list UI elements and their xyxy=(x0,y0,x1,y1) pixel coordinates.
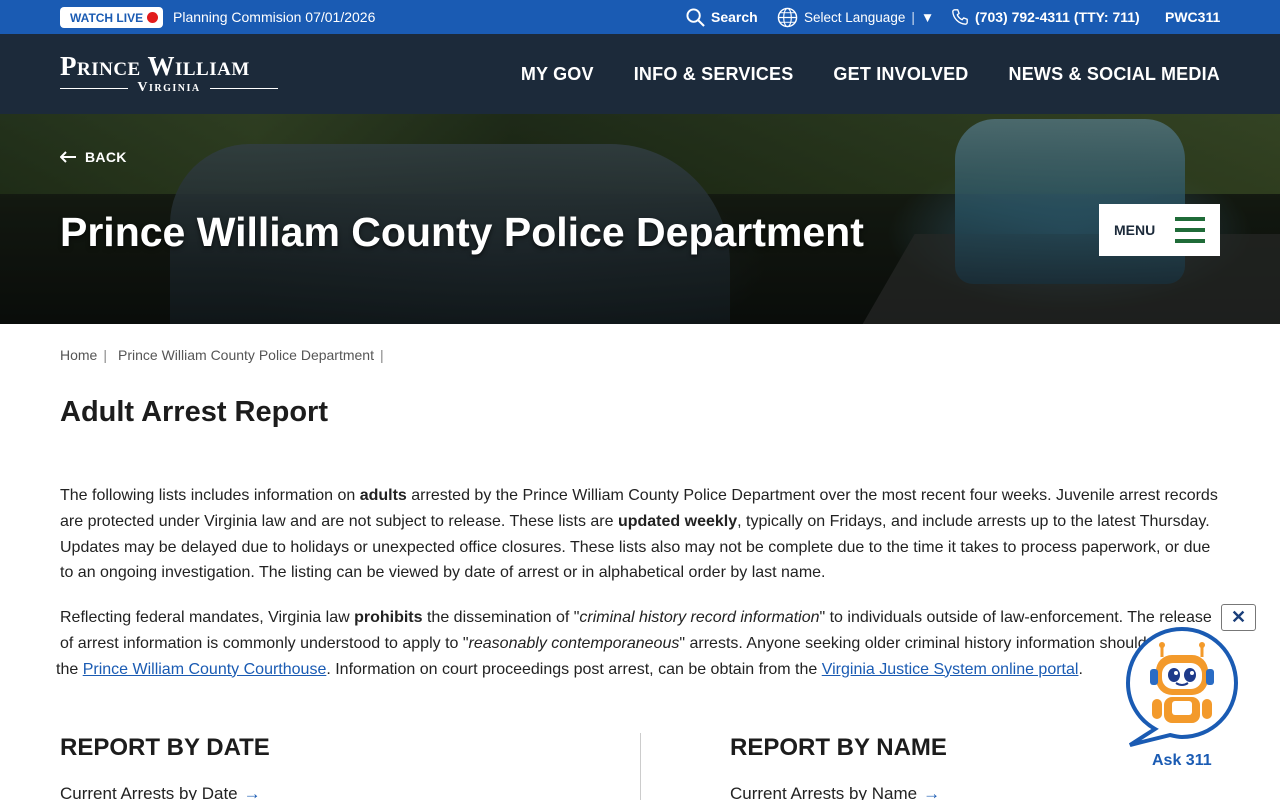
courthouse-link[interactable]: Prince William County Courthouse xyxy=(83,661,327,678)
language-separator: | xyxy=(911,9,915,25)
logo-rule: Virginia xyxy=(60,81,278,95)
language-label: Select Language xyxy=(804,9,906,25)
report-by-name-heading: REPORT BY NAME xyxy=(730,734,947,761)
globe-icon xyxy=(777,7,798,27)
pwc311-link[interactable]: PWC311 xyxy=(1165,0,1220,34)
legal-paragraph: Reflecting federal mandates, Virginia la… xyxy=(56,605,1225,682)
text-run: Reflecting federal mandates, Virginia la… xyxy=(60,609,355,626)
county-logo[interactable]: Prince William Virginia xyxy=(60,52,278,95)
hamburger-icon xyxy=(1175,217,1205,243)
section-menu-button[interactable]: MENU xyxy=(1099,204,1220,256)
page-title: Adult Arrest Report xyxy=(60,396,328,428)
breadcrumb-home[interactable]: Home xyxy=(60,347,103,363)
logo-line-1: Prince William xyxy=(60,51,250,81)
search-label: Search xyxy=(711,9,758,25)
arrow-left-icon xyxy=(60,151,76,163)
watch-live-label: WATCH LIVE xyxy=(70,10,144,25)
phone-link[interactable]: (703) 792-4311 (TTY: 711) xyxy=(951,0,1140,34)
intro-paragraph: The following lists includes information… xyxy=(60,483,1225,586)
arrow-right-icon: → xyxy=(243,784,261,800)
search-icon xyxy=(686,7,705,27)
text-run-bold: updated weekly xyxy=(617,512,738,530)
live-event-link[interactable]: Planning Commision 07/01/2026 xyxy=(173,9,375,25)
back-label: BACK xyxy=(85,149,127,165)
report-by-date-heading: REPORT BY DATE xyxy=(60,734,270,761)
text-run: " arrests. Anyone seeking older criminal… xyxy=(679,634,1147,652)
hero-title: Prince William County Police Department xyxy=(60,209,864,255)
arrow-right-icon: → xyxy=(923,784,941,800)
phone-icon xyxy=(952,9,968,25)
text-run-bold: adults xyxy=(359,487,407,504)
breadcrumb-police-department[interactable]: Prince William County Police Department xyxy=(118,347,380,363)
link-label: Current Arrests by Name xyxy=(730,784,918,800)
breadcrumb: Home | Prince William County Police Depa… xyxy=(60,347,395,363)
menu-label: MENU xyxy=(1114,222,1156,238)
chevron-down-icon: ▼ xyxy=(920,9,935,25)
main-navigation: Prince William Virginia MY GOV INFO & SE… xyxy=(0,34,1280,114)
text-run-italic: reasonably contemporaneous xyxy=(468,634,680,652)
nav-info-services[interactable]: INFO & SERVICES xyxy=(634,64,794,85)
text-run-italic: criminal history record information xyxy=(579,609,820,626)
breadcrumb-separator: | xyxy=(103,347,107,363)
nav-get-involved[interactable]: GET INVOLVED xyxy=(833,64,968,85)
primary-nav: MY GOV INFO & SERVICES GET INVOLVED NEWS… xyxy=(521,34,1220,114)
language-select[interactable]: Select Language | ▼ xyxy=(777,0,934,34)
chat-bot-launcher[interactable] xyxy=(1122,625,1242,750)
column-divider xyxy=(640,733,641,800)
nav-my-gov[interactable]: MY GOV xyxy=(521,64,594,85)
text-run: the xyxy=(56,660,83,678)
robot-assistant-icon xyxy=(1125,626,1239,747)
live-dot-icon xyxy=(147,12,158,23)
utility-bar: WATCH LIVE Planning Commision 07/01/2026… xyxy=(0,0,1280,34)
breadcrumb-separator: | xyxy=(379,347,384,363)
hero-banner: BACK Prince William County Police Depart… xyxy=(0,114,1280,324)
back-link[interactable]: BACK xyxy=(60,149,127,165)
justice-portal-link[interactable]: Virginia Justice System online portal xyxy=(822,661,1079,678)
text-run: the dissemination of " xyxy=(422,609,580,626)
logo-line-2: Virginia xyxy=(137,80,201,95)
watch-live-button[interactable]: WATCH LIVE xyxy=(60,7,163,28)
search-button[interactable]: Search xyxy=(686,0,758,34)
link-label: Current Arrests by Date xyxy=(60,784,238,800)
phone-number: (703) 792-4311 (TTY: 711) xyxy=(975,9,1140,25)
nav-news-social-media[interactable]: NEWS & SOCIAL MEDIA xyxy=(1009,64,1220,85)
current-arrests-by-date-link[interactable]: Current Arrests by Date → xyxy=(60,784,261,800)
ask-311-label[interactable]: Ask 311 xyxy=(1152,752,1212,770)
current-arrests-by-name-link[interactable]: Current Arrests by Name → xyxy=(730,784,940,800)
text-run: The following lists includes information… xyxy=(60,487,360,504)
text-run: . Information on court proceedings post … xyxy=(326,660,822,678)
text-run-bold: prohibits xyxy=(354,609,423,626)
text-run: . xyxy=(1078,660,1083,678)
